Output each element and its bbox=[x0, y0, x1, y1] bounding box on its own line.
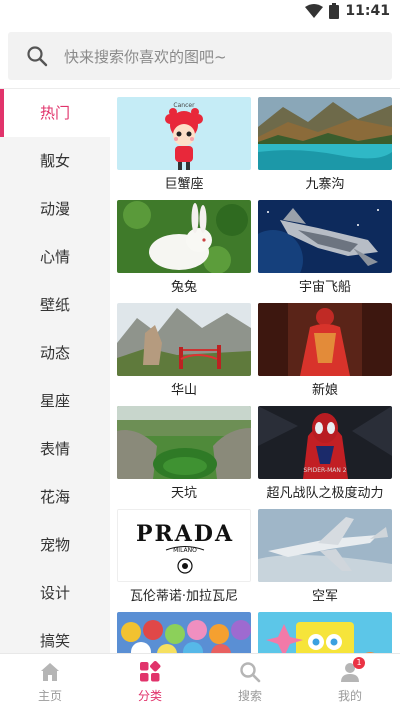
sidebar-item-mood[interactable]: 心情 bbox=[0, 233, 110, 281]
nav-category[interactable]: 分类 bbox=[100, 654, 200, 710]
thumbnail-rabbit bbox=[117, 200, 251, 273]
sidebar-item-animated[interactable]: 动态 bbox=[0, 329, 110, 377]
status-time: 11:41 bbox=[345, 3, 390, 19]
grid-item-caption: 新娘 bbox=[311, 383, 338, 398]
sidebar-item-funny[interactable]: 搞笑 bbox=[0, 617, 110, 653]
grid-item-caption: 超凡战队之极度动力 bbox=[266, 486, 384, 501]
thumbnail-spiderman: SPIDER-MAN 2 bbox=[258, 406, 392, 479]
grid-item[interactable]: 新娘 bbox=[258, 295, 392, 398]
search-placeholder: 快来搜索你喜欢的图吧~ bbox=[64, 48, 227, 66]
sidebar-item-zodiac[interactable]: 星座 bbox=[0, 377, 110, 425]
category-sidebar: 热门 靓女 动漫 心情 壁纸 动态 星座 表情 花海 宠物 设计 搞笑 bbox=[0, 89, 110, 653]
grid-item-caption: 瓦伦蒂诺·加拉瓦尼 bbox=[129, 589, 239, 604]
thumbnail-huashan bbox=[117, 303, 251, 376]
thumbnail-jiuzhaigou bbox=[258, 97, 392, 170]
search-icon bbox=[240, 662, 261, 683]
grid-item-caption: 空军 bbox=[311, 589, 338, 604]
search-input[interactable]: 快来搜索你喜欢的图吧~ bbox=[8, 32, 392, 80]
status-icons: 11:41 bbox=[305, 3, 390, 19]
battery-icon bbox=[329, 3, 340, 19]
thumbnail-cancer: Cancer bbox=[117, 97, 251, 170]
nav-home-label: 主页 bbox=[37, 689, 62, 703]
wifi-icon bbox=[305, 4, 324, 18]
grid-item-caption: 兔兔 bbox=[170, 280, 197, 295]
search-icon bbox=[27, 46, 48, 67]
sidebar-item-design[interactable]: 设计 bbox=[0, 569, 110, 617]
grid-item-caption: 华山 bbox=[170, 383, 197, 398]
notification-badge: 1 bbox=[353, 657, 365, 669]
nav-search-label: 搜索 bbox=[237, 689, 262, 703]
nav-profile-label: 我的 bbox=[337, 689, 362, 703]
grid-item[interactable]: Cancer 巨蟹座 bbox=[117, 89, 251, 192]
sidebar-item-anime[interactable]: 动漫 bbox=[0, 185, 110, 233]
grid-item-caption: 天坑 bbox=[170, 486, 197, 501]
thumbnail-spongebob bbox=[258, 612, 392, 653]
grid-item[interactable] bbox=[117, 604, 251, 653]
thumbnail-bride bbox=[258, 303, 392, 376]
nav-search[interactable]: 搜索 bbox=[200, 654, 300, 710]
grid-item[interactable]: 空军 bbox=[258, 501, 392, 604]
image-grid: Cancer 巨蟹座 九寨沟 兔兔 宇宙飞船 华山 新娘 天坑 SPIDER-M… bbox=[110, 89, 400, 653]
home-icon bbox=[41, 663, 59, 681]
thumbnail-cartoon-crowd bbox=[117, 612, 251, 653]
sidebar-item-flowers[interactable]: 花海 bbox=[0, 473, 110, 521]
status-bar: 11:41 bbox=[0, 0, 400, 24]
bottom-nav: 主页 分类 搜索 1 我的 bbox=[0, 653, 400, 710]
search-bar: 快来搜索你喜欢的图吧~ bbox=[0, 24, 400, 88]
grid-item[interactable] bbox=[258, 604, 392, 653]
thumbnail-spaceship bbox=[258, 200, 392, 273]
nav-home[interactable]: 主页 bbox=[0, 654, 100, 710]
grid-item-caption: 宇宙飞船 bbox=[298, 280, 351, 295]
sidebar-item-emoji[interactable]: 表情 bbox=[0, 425, 110, 473]
sidebar-item-wallpaper[interactable]: 壁纸 bbox=[0, 281, 110, 329]
nav-profile[interactable]: 1 我的 bbox=[300, 654, 400, 710]
thumbnail-sinkhole bbox=[117, 406, 251, 479]
nav-category-label: 分类 bbox=[137, 689, 162, 703]
grid-item[interactable]: 华山 bbox=[117, 295, 251, 398]
grid-item-caption: 巨蟹座 bbox=[164, 177, 204, 192]
prada-art-subtext: MILANO bbox=[173, 547, 197, 554]
grid-item[interactable]: 兔兔 bbox=[117, 192, 251, 295]
grid-item[interactable]: 宇宙飞船 bbox=[258, 192, 392, 295]
grid-item[interactable]: 九寨沟 bbox=[258, 89, 392, 192]
category-icon bbox=[140, 661, 161, 682]
spiderman-art-text: SPIDER-MAN 2 bbox=[303, 467, 346, 474]
grid-item[interactable]: SPIDER-MAN 2 超凡战队之极度动力 bbox=[258, 398, 392, 501]
grid-item[interactable]: PRADA MILANO 瓦伦蒂诺·加拉瓦尼 bbox=[117, 501, 251, 604]
thumbnail-fighter-jet bbox=[258, 509, 392, 582]
grid-item-caption: 九寨沟 bbox=[305, 177, 345, 192]
sidebar-item-beauty[interactable]: 靓女 bbox=[0, 137, 110, 185]
sidebar-item-pets[interactable]: 宠物 bbox=[0, 521, 110, 569]
thumbnail-prada: PRADA MILANO bbox=[117, 509, 251, 582]
prada-art-text: PRADA bbox=[136, 521, 234, 547]
sidebar-item-hot[interactable]: 热门 bbox=[0, 89, 110, 137]
cancer-art-text: Cancer bbox=[173, 102, 195, 109]
grid-item[interactable]: 天坑 bbox=[117, 398, 251, 501]
